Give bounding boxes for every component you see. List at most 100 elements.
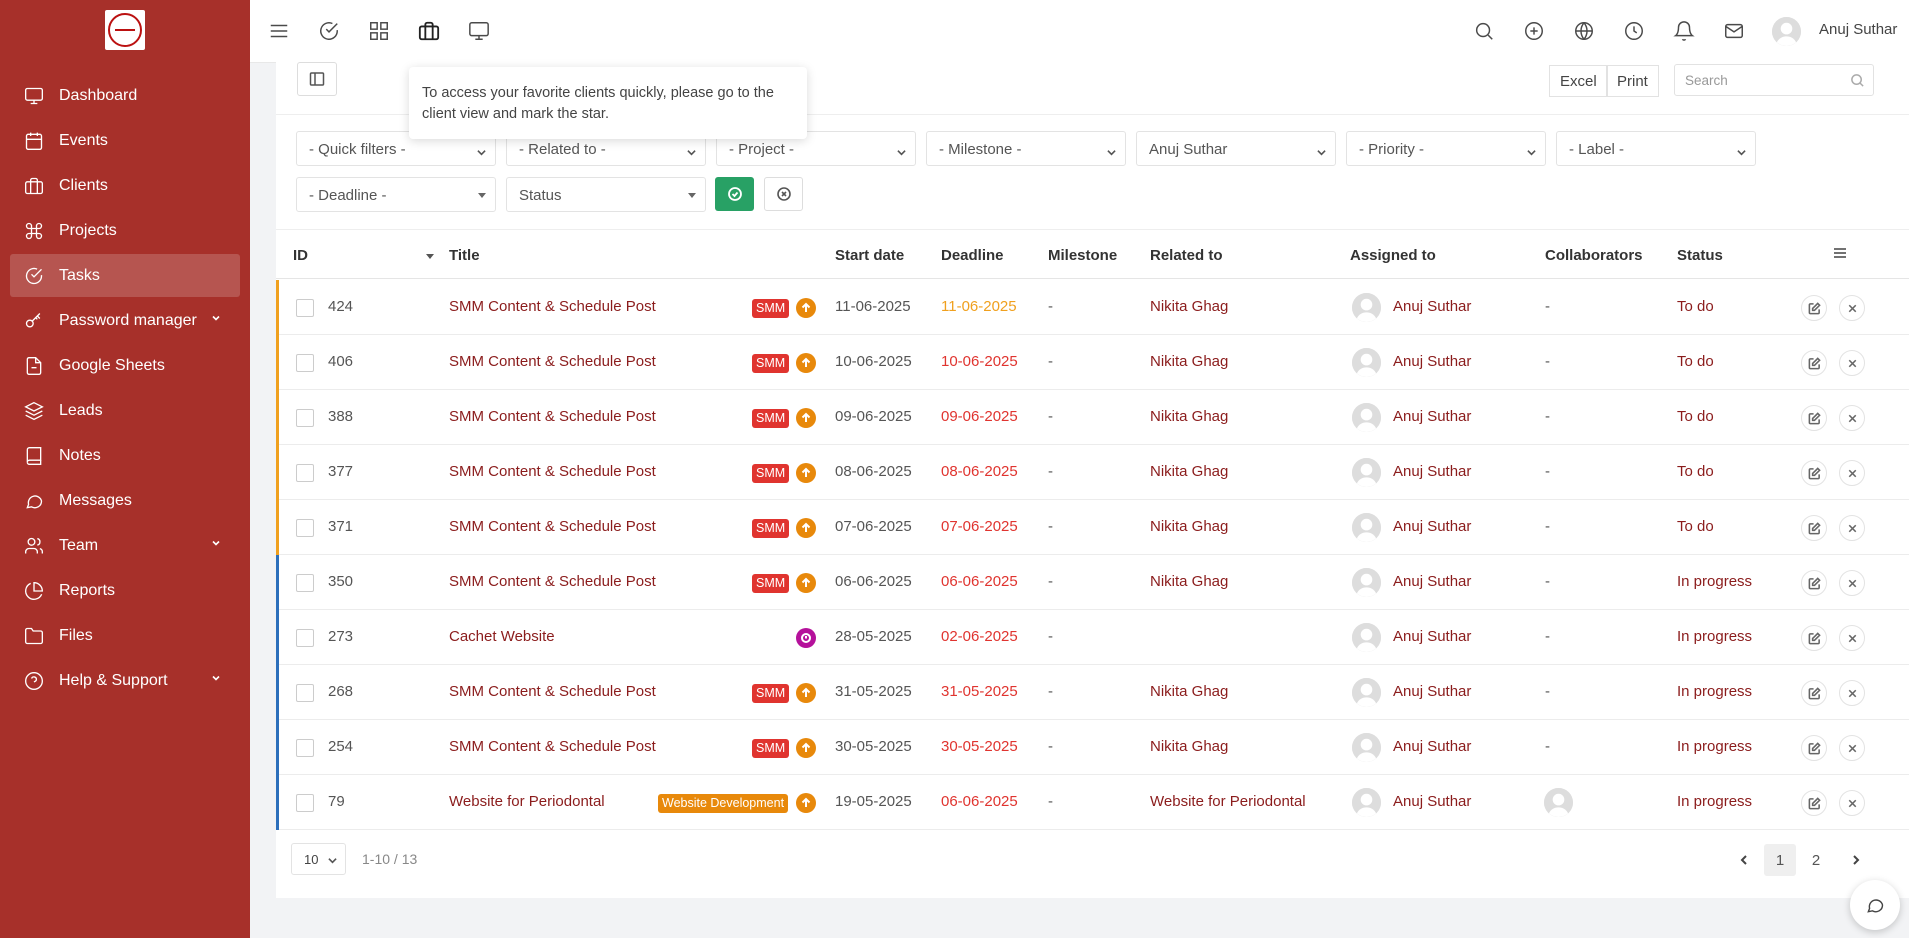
excel-export-button[interactable]: Excel [1549, 65, 1608, 97]
plus-circle-icon[interactable] [1523, 20, 1545, 42]
sidebar-item-events[interactable]: Events [10, 119, 240, 162]
task-title-link[interactable]: SMM Content & Schedule Post [449, 298, 656, 315]
edit-button[interactable] [1801, 735, 1827, 761]
next-page-button[interactable] [1840, 844, 1872, 876]
bell-icon[interactable] [1673, 20, 1695, 42]
related-to-link[interactable]: Website for Periodontal [1150, 793, 1306, 810]
related-to-link[interactable]: Nikita Ghag [1150, 298, 1228, 315]
sort-desc-icon[interactable] [426, 254, 434, 259]
col-collaborators[interactable]: Collaborators [1545, 247, 1643, 264]
row-checkbox[interactable] [296, 354, 314, 372]
assignee-avatar[interactable] [1352, 788, 1381, 817]
label-dropdown[interactable]: - Label - [1556, 131, 1756, 166]
assignee-avatar[interactable] [1352, 623, 1381, 652]
row-checkbox[interactable] [296, 299, 314, 317]
assignee-name-link[interactable]: Anuj Suthar [1393, 628, 1471, 645]
status-link[interactable]: In progress [1677, 573, 1752, 590]
check-circle-icon[interactable] [318, 20, 340, 42]
col-deadline[interactable]: Deadline [941, 247, 1004, 264]
print-button[interactable]: Print [1606, 65, 1659, 97]
edit-button[interactable] [1801, 515, 1827, 541]
status-link[interactable]: To do [1677, 408, 1714, 425]
col-assigned-to[interactable]: Assigned to [1350, 247, 1436, 264]
row-checkbox[interactable] [296, 684, 314, 702]
chat-button[interactable] [1850, 880, 1900, 930]
sidebar-item-notes[interactable]: Notes [10, 434, 240, 477]
col-status[interactable]: Status [1677, 247, 1723, 264]
assignee-avatar[interactable] [1352, 678, 1381, 707]
task-title-link[interactable]: SMM Content & Schedule Post [449, 353, 656, 370]
assignee-name-link[interactable]: Anuj Suthar [1393, 738, 1471, 755]
sidebar-item-team[interactable]: Team [10, 524, 240, 567]
assignee-name-link[interactable]: Anuj Suthar [1393, 683, 1471, 700]
delete-button[interactable] [1839, 570, 1865, 596]
col-title[interactable]: Title [449, 247, 480, 264]
task-title-link[interactable]: SMM Content & Schedule Post [449, 738, 656, 755]
task-title-link[interactable]: SMM Content & Schedule Post [449, 573, 656, 590]
task-title-link[interactable]: Cachet Website [449, 628, 555, 645]
related-to-link[interactable]: Nikita Ghag [1150, 573, 1228, 590]
status-link[interactable]: To do [1677, 463, 1714, 480]
sidebar-item-password-manager[interactable]: Password manager [10, 299, 240, 342]
briefcase-icon[interactable] [418, 20, 440, 42]
sidebar-item-projects[interactable]: Projects [10, 209, 240, 252]
assignee-name-link[interactable]: Anuj Suthar [1393, 463, 1471, 480]
globe-icon[interactable] [1573, 20, 1595, 42]
priority-dropdown[interactable]: - Priority - [1346, 131, 1546, 166]
assignee-avatar[interactable] [1352, 458, 1381, 487]
table-search-input[interactable]: Search [1674, 64, 1874, 96]
status-dropdown[interactable]: Status [506, 177, 706, 212]
sidebar-item-tasks[interactable]: Tasks [10, 254, 240, 297]
milestone-dropdown[interactable]: - Milestone - [926, 131, 1126, 166]
related-to-link[interactable]: Nikita Ghag [1150, 738, 1228, 755]
status-link[interactable]: In progress [1677, 628, 1752, 645]
task-title-link[interactable]: Website for Periodontal [449, 793, 605, 810]
assignee-avatar[interactable] [1352, 513, 1381, 542]
task-title-link[interactable]: SMM Content & Schedule Post [449, 683, 656, 700]
assignee-name-link[interactable]: Anuj Suthar [1393, 518, 1471, 535]
menu-toggle-icon[interactable] [268, 20, 290, 42]
related-to-link[interactable]: Nikita Ghag [1150, 463, 1228, 480]
sidebar-item-dashboard[interactable]: Dashboard [10, 74, 240, 117]
user-name[interactable]: Anuj Suthar [1819, 21, 1897, 38]
col-milestone[interactable]: Milestone [1048, 247, 1117, 264]
col-start-date[interactable]: Start date [835, 247, 904, 264]
sidebar-item-messages[interactable]: Messages [10, 479, 240, 522]
grid-icon[interactable] [368, 20, 390, 42]
edit-button[interactable] [1801, 405, 1827, 431]
delete-button[interactable] [1839, 735, 1865, 761]
status-link[interactable]: In progress [1677, 738, 1752, 755]
delete-button[interactable] [1839, 460, 1865, 486]
sidebar-item-google-sheets[interactable]: Google Sheets [10, 344, 240, 387]
related-to-link[interactable]: Nikita Ghag [1150, 683, 1228, 700]
row-checkbox[interactable] [296, 739, 314, 757]
col-related-to[interactable]: Related to [1150, 247, 1223, 264]
status-link[interactable]: To do [1677, 298, 1714, 315]
assignee-avatar[interactable] [1352, 348, 1381, 377]
sidebar-item-files[interactable]: Files [10, 614, 240, 657]
page-1-button[interactable]: 1 [1764, 844, 1796, 876]
col-id[interactable]: ID [293, 247, 308, 264]
row-checkbox[interactable] [296, 629, 314, 647]
edit-button[interactable] [1801, 570, 1827, 596]
delete-button[interactable] [1839, 790, 1865, 816]
assignee-avatar[interactable] [1352, 568, 1381, 597]
related-to-link[interactable]: Nikita Ghag [1150, 518, 1228, 535]
edit-button[interactable] [1801, 350, 1827, 376]
task-title-link[interactable]: SMM Content & Schedule Post [449, 518, 656, 535]
clock-icon[interactable] [1623, 20, 1645, 42]
row-checkbox[interactable] [296, 794, 314, 812]
row-checkbox[interactable] [296, 464, 314, 482]
edit-button[interactable] [1801, 625, 1827, 651]
company-logo[interactable] [105, 10, 145, 50]
edit-button[interactable] [1801, 460, 1827, 486]
task-title-link[interactable]: SMM Content & Schedule Post [449, 408, 656, 425]
edit-button[interactable] [1801, 680, 1827, 706]
monitor-icon[interactable] [468, 20, 490, 42]
assignee-name-link[interactable]: Anuj Suthar [1393, 408, 1471, 425]
assignee-name-link[interactable]: Anuj Suthar [1393, 573, 1471, 590]
assignee-name-link[interactable]: Anuj Suthar [1393, 298, 1471, 315]
toggle-panel-button[interactable] [297, 62, 337, 96]
status-link[interactable]: In progress [1677, 683, 1752, 700]
delete-button[interactable] [1839, 405, 1865, 431]
